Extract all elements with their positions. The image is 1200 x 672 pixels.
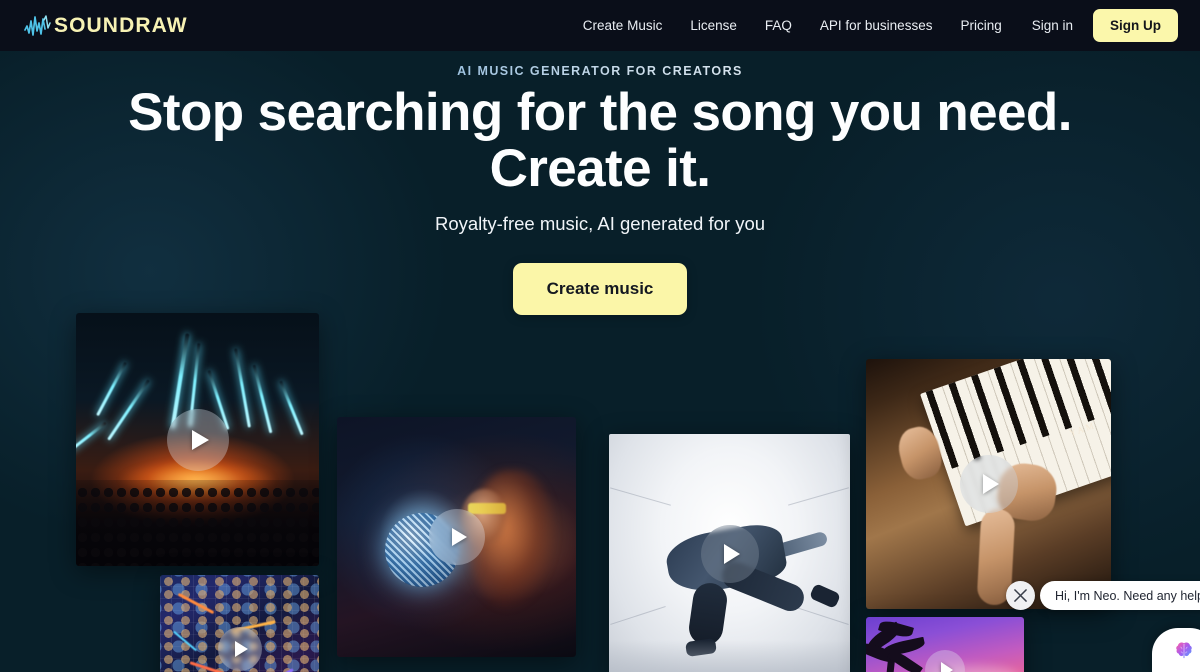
nav-license[interactable]: License: [676, 18, 751, 33]
site-header: SOUNDRAW Create Music License FAQ API fo…: [0, 0, 1200, 51]
play-icon[interactable]: [959, 455, 1018, 513]
main-navigation: Create Music License FAQ API for busines…: [569, 9, 1178, 42]
play-icon[interactable]: [428, 509, 485, 565]
card-dancer[interactable]: [609, 434, 850, 672]
chat-close-button[interactable]: [1006, 581, 1035, 610]
card-sunset[interactable]: [866, 617, 1024, 672]
sign-up-button[interactable]: Sign Up: [1093, 9, 1178, 42]
crowd-heads: [76, 485, 319, 566]
cta-container: Create music: [0, 263, 1200, 315]
play-icon[interactable]: [700, 525, 759, 583]
card-city[interactable]: [160, 575, 319, 672]
play-icon[interactable]: [217, 627, 262, 671]
nav-create-music[interactable]: Create Music: [569, 18, 677, 33]
nav-pricing[interactable]: Pricing: [946, 18, 1017, 33]
nav-faq[interactable]: FAQ: [751, 18, 806, 33]
close-icon: [1014, 589, 1027, 602]
headline-line-2: Create it.: [489, 139, 711, 199]
brain-icon: [1176, 642, 1192, 659]
headline-line-1: Stop searching for the song you need.: [128, 83, 1072, 142]
page-title: Stop searching for the song you need. Cr…: [0, 83, 1200, 199]
hero-subheadline: Royalty-free music, AI generated for you: [434, 213, 766, 234]
chat-launcher-button[interactable]: [1152, 628, 1200, 672]
waveform-icon: [24, 14, 51, 36]
nav-api-for-businesses[interactable]: API for businesses: [806, 18, 947, 33]
palm-tree: [866, 618, 933, 672]
card-disco[interactable]: [337, 417, 576, 657]
play-icon[interactable]: [166, 408, 229, 471]
card-concert[interactable]: [76, 313, 319, 566]
hero-eyebrow: AI MUSIC GENERATOR FOR CREATORS: [0, 64, 1200, 78]
card-piano[interactable]: YAM: [866, 359, 1111, 609]
nav-sign-in[interactable]: Sign in: [1018, 18, 1087, 33]
hero-section: AI MUSIC GENERATOR FOR CREATORS Stop sea…: [0, 51, 1200, 672]
chat-greeting-bubble[interactable]: Hi, I'm Neo. Need any help?: [1040, 581, 1200, 610]
create-music-button[interactable]: Create music: [512, 263, 688, 315]
logo[interactable]: SOUNDRAW: [24, 14, 188, 38]
chat-greeting-text: Hi, I'm Neo. Need any help?: [1055, 588, 1200, 603]
logo-text: SOUNDRAW: [54, 14, 188, 37]
